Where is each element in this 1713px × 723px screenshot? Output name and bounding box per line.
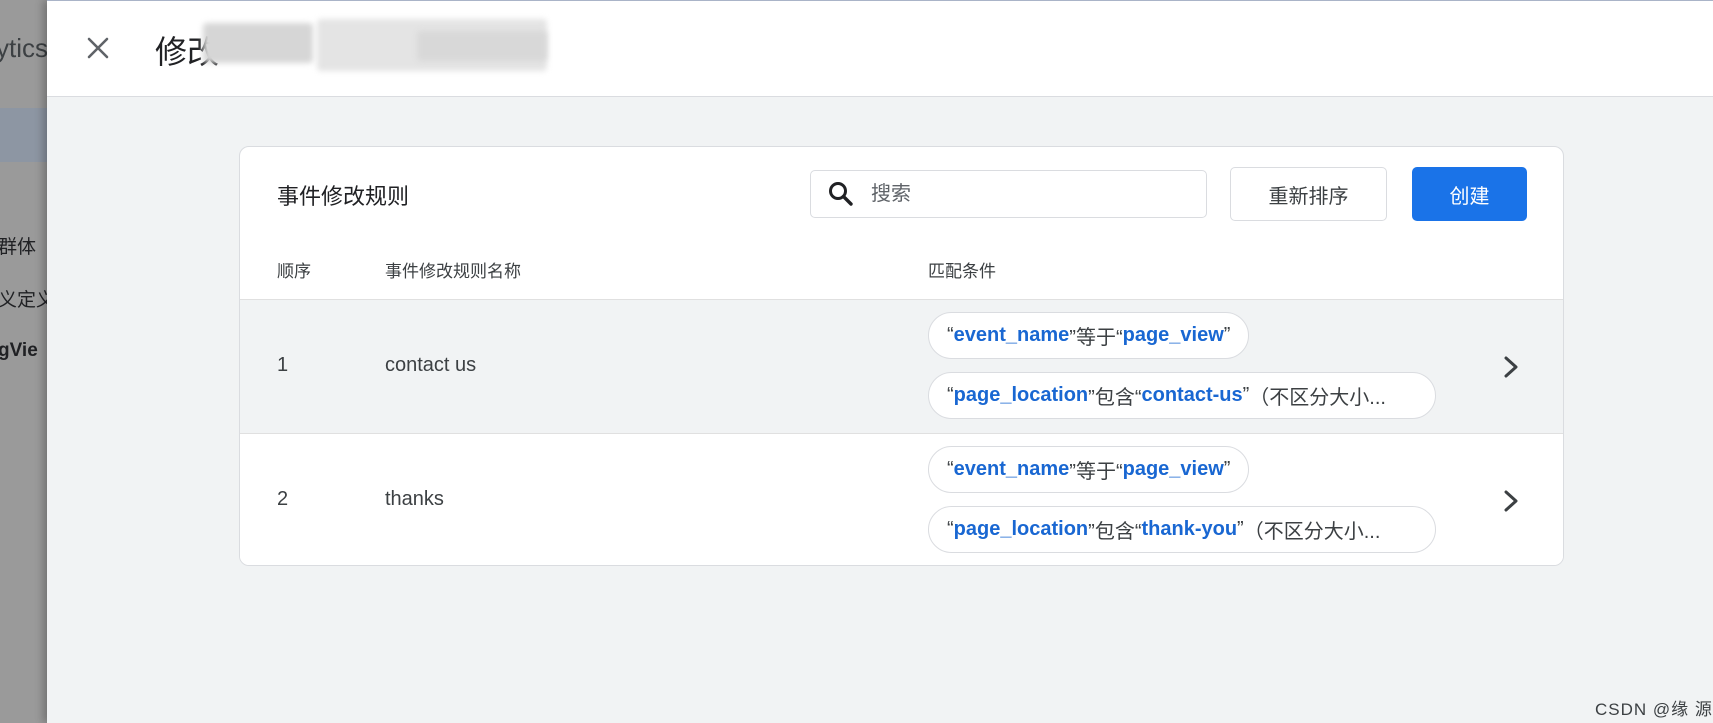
condition-note: （不区分大小... (1243, 521, 1381, 543)
redacted-region (417, 31, 547, 61)
condition-value: page_view (1122, 324, 1224, 346)
quote-close: ” (1223, 458, 1231, 480)
condition-operator: ”等于“ (1069, 327, 1123, 349)
row-name: contact us (385, 354, 477, 376)
reorder-button[interactable]: 重新排序 (1230, 167, 1387, 221)
table-row[interactable]: 2 thanks “ event_name ”等于“ page_view ” “… (240, 433, 1563, 565)
create-button[interactable]: 创建 (1412, 167, 1527, 221)
close-icon (87, 37, 109, 59)
row-order: 2 (277, 488, 289, 510)
quote-close: ” (1223, 324, 1231, 346)
watermark: CSDN @缘 源 园 (1595, 700, 1713, 719)
quote-open: “ (947, 384, 954, 406)
condition-operator: ”包含“ (1088, 387, 1142, 409)
condition-note: （不区分大小... (1249, 387, 1386, 409)
chevron-right-icon[interactable] (1498, 352, 1524, 382)
row-order: 1 (277, 354, 289, 376)
background-nav-item[interactable]: 群体 (0, 232, 36, 259)
condition-value: contact-us (1141, 384, 1243, 406)
condition-chip: “ event_name ”等于“ page_view ” (928, 446, 1250, 493)
condition-chip: “ page_location ”包含“ thank-you ” （不区分大小.… (928, 506, 1436, 553)
quote-open: “ (947, 324, 954, 346)
condition-chip: “ page_location ”包含“ contact-us ” （不区分大小… (928, 372, 1436, 419)
redacted-region (203, 23, 313, 63)
condition-value: page_view (1122, 458, 1224, 480)
background-app-title: ytics (0, 33, 48, 63)
column-header-name: 事件修改规则名称 (385, 262, 521, 281)
background-nav-item[interactable]: gVie (0, 340, 38, 362)
column-header-order: 顺序 (277, 262, 311, 281)
quote-open: “ (947, 458, 954, 480)
condition-param: event_name (953, 324, 1070, 346)
quote-open: “ (947, 518, 954, 540)
rules-card: 事件修改规则 重新排序 创建 顺序 事件修改规则名称 匹配条件 1 contac… (239, 146, 1564, 566)
search-box[interactable] (810, 170, 1207, 218)
search-input[interactable] (871, 182, 1171, 206)
chevron-right-icon[interactable] (1498, 486, 1524, 516)
row-name: thanks (385, 488, 444, 510)
condition-operator: ”包含“ (1088, 521, 1142, 543)
column-header-conditions: 匹配条件 (928, 262, 996, 281)
quote-close: ” (1242, 384, 1250, 406)
edit-panel: 修改 事件修改规则 重新排序 创建 顺序 事件修改规则名称 匹配条件 1 con… (47, 0, 1713, 723)
condition-value: thank-you (1141, 518, 1238, 540)
panel-header: 修改 (47, 1, 1713, 97)
condition-chip: “ event_name ”等于“ page_view ” (928, 312, 1250, 359)
condition-operator: ”等于“ (1069, 461, 1123, 483)
table-row[interactable]: 1 contact us “ event_name ”等于“ page_view… (240, 299, 1563, 433)
card-title: 事件修改规则 (277, 184, 410, 209)
quote-close: ” (1237, 518, 1244, 540)
condition-param: event_name (953, 458, 1070, 480)
condition-param: page_location (953, 384, 1089, 406)
close-button[interactable] (83, 33, 113, 63)
condition-param: page_location (953, 518, 1089, 540)
search-icon (829, 182, 853, 206)
